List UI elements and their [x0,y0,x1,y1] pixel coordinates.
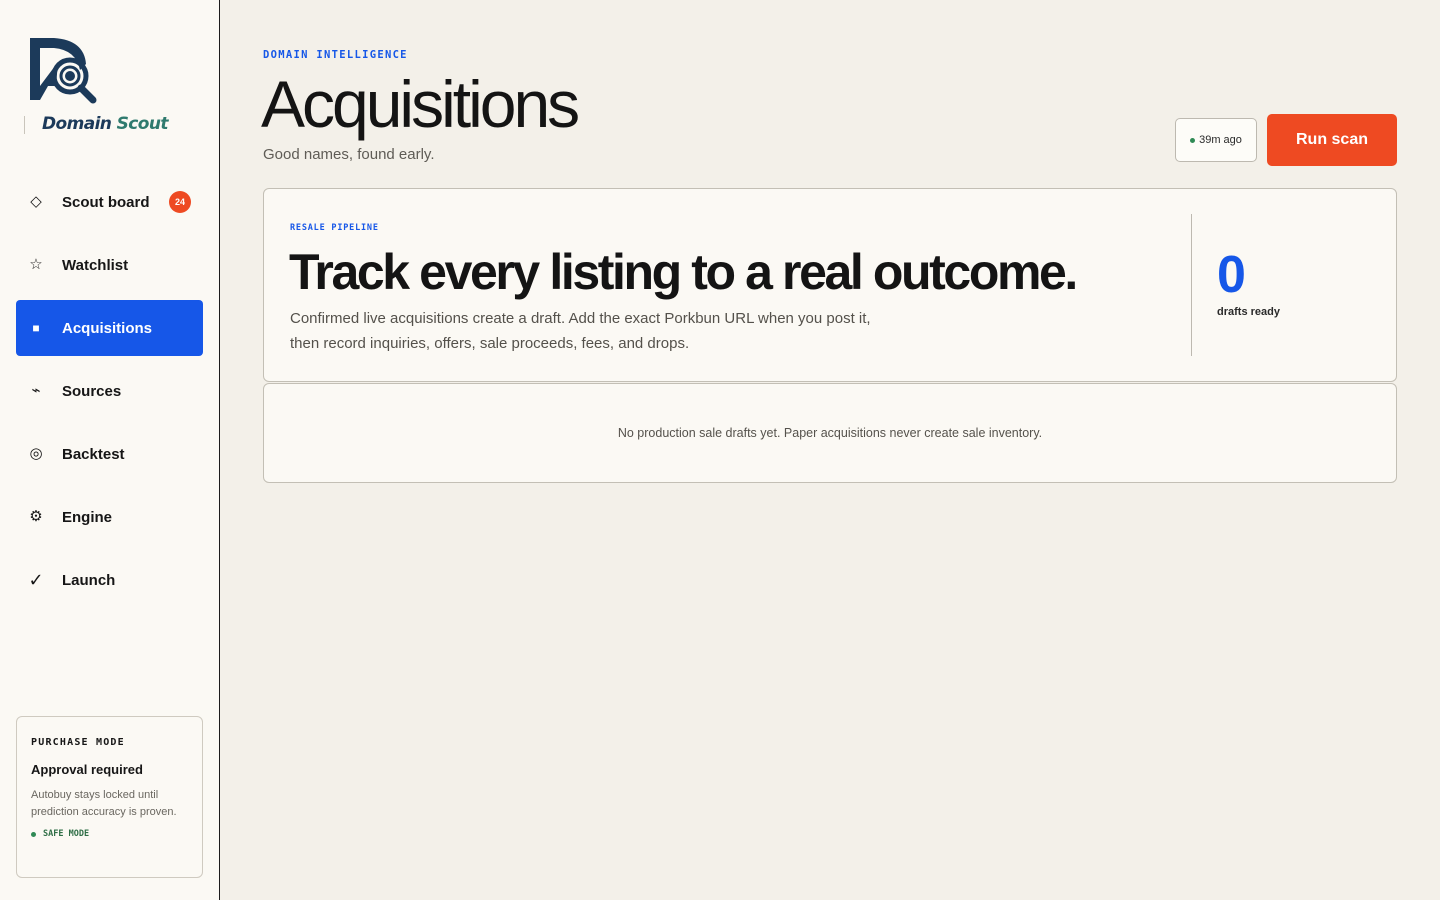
page-title: Acquisitions [261,67,580,141]
square-icon: ■ [32,321,40,335]
sidebar: Domain Scout ◇ Scout board 24 ☆ Watchlis… [0,0,220,900]
sidebar-item-label: Watchlist [62,256,129,274]
sidebar-item-scout-board[interactable]: ◇ Scout board 24 [16,174,203,230]
brand-name-part1: Domain [42,114,112,134]
sidebar-item-label: Acquisitions [62,319,153,337]
sidebar-item-engine[interactable]: ⚙ Engine [16,489,203,545]
sidebar-item-label: Scout board [62,193,150,211]
safe-mode-status: SAFE MODE [31,829,188,839]
pipeline-eyebrow: RESALE PIPELINE [290,223,379,233]
brand-name: Domain Scout [42,114,168,134]
safe-mode-label: SAFE MODE [43,829,90,839]
drafts-count: 0 [1217,246,1246,304]
pipeline-title: Track every listing to a real outcome. [289,244,1078,300]
sidebar-item-backtest[interactable]: ◎ Backtest [16,426,203,482]
sidebar-item-sources[interactable]: ⌁ Sources [16,363,203,419]
sidebar-item-acquisitions[interactable]: ■ Acquisitions [16,300,203,356]
pipeline-description-line: then record inquiries, offers, sale proc… [290,335,690,352]
signal-icon: ⌁ [31,382,41,399]
empty-state-message: No production sale drafts yet. Paper acq… [617,426,1043,440]
last-scan-time: 39m ago [1199,134,1242,146]
sidebar-item-watchlist[interactable]: ☆ Watchlist [16,237,203,293]
purchase-mode-title: PURCHASE MODE [31,737,125,748]
page-subtitle: Good names, found early. [263,146,435,163]
sidebar-item-label: Launch [62,571,116,589]
count-badge: 24 [169,191,191,213]
logo-divider [24,116,25,134]
target-icon: ◎ [29,445,43,462]
purchase-mode-description: Autobuy stays locked until prediction ac… [31,789,177,818]
brand-logo[interactable]: Domain Scout [24,34,196,144]
purchase-mode-heading: Approval required [31,762,143,777]
sidebar-nav: ◇ Scout board 24 ☆ Watchlist ■ Acquisiti… [16,174,203,615]
page-eyebrow: DOMAIN INTELLIGENCE [263,49,408,61]
resale-pipeline-card: RESALE PIPELINE Track every listing to a… [263,188,1397,382]
star-icon: ☆ [29,256,43,273]
pipeline-divider [1191,214,1192,356]
sidebar-item-launch[interactable]: ✓ Launch [16,552,203,608]
sidebar-item-label: Engine [62,508,113,526]
sidebar-item-label: Backtest [62,445,125,463]
run-scan-button[interactable]: Run scan [1267,114,1397,166]
status-dot-icon [1190,137,1196,143]
magnifier-d-icon [30,38,97,104]
purchase-mode-card: PURCHASE MODE Approval required Autobuy … [16,716,203,878]
sidebar-item-label: Sources [62,382,122,400]
empty-state-card: No production sale drafts yet. Paper acq… [263,383,1397,483]
check-icon: ✓ [28,570,44,590]
pipeline-description-line: Confirmed live acquisitions create a dra… [290,310,871,327]
gear-icon: ⚙ [29,508,43,525]
last-scan-badge: 39m ago [1175,118,1257,162]
status-dot-icon [31,831,36,837]
pipeline-description: Confirmed live acquisitions create a dra… [290,306,950,356]
drafts-count-label: drafts ready [1217,306,1280,318]
brand-name-part2: Scout [116,114,169,134]
diamond-icon: ◇ [30,193,42,210]
